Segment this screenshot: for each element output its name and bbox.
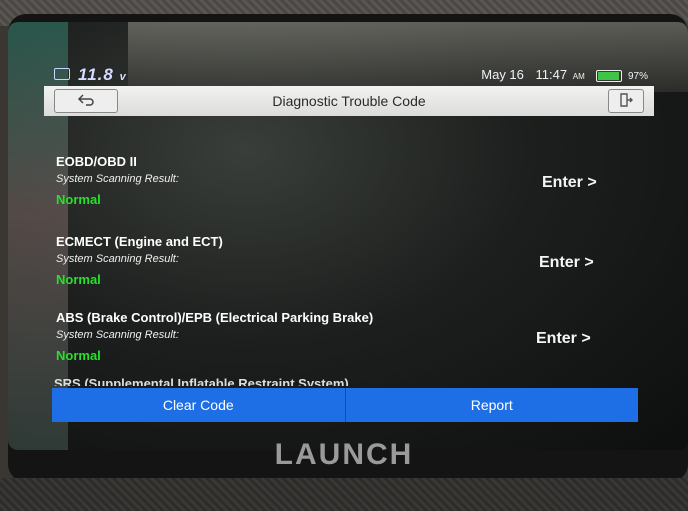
car-battery-icon <box>54 68 70 80</box>
voltage-unit: v <box>119 71 127 83</box>
status-date: May 16 <box>481 67 524 82</box>
system-item-srs-partial[interactable]: SRS (Supplemental Inflatable Restraint S… <box>54 376 349 386</box>
battery-level-icon <box>596 69 623 82</box>
system-status: Normal <box>56 192 101 207</box>
page-title: Diagnostic Trouble Code <box>272 93 426 109</box>
exit-icon <box>620 93 633 107</box>
system-item-eobd: EOBD/OBD II System Scanning Result: Norm… <box>44 154 654 230</box>
system-item-ecmect: ECMECT (Engine and ECT) System Scanning … <box>44 234 654 310</box>
enter-button[interactable]: Enter > <box>536 330 591 348</box>
system-subtitle: System Scanning Result: <box>56 329 179 341</box>
system-subtitle: System Scanning Result: <box>56 253 179 265</box>
system-status: Normal <box>56 348 101 363</box>
system-name: ECMECT (Engine and ECT) <box>56 234 223 249</box>
device-frame-bottom <box>0 478 688 511</box>
status-time: 11:47 <box>535 67 568 82</box>
status-right: May 16 11:47 AM 97% <box>473 67 648 82</box>
report-button[interactable]: Report <box>344 388 639 422</box>
system-subtitle: System Scanning Result: <box>56 173 179 185</box>
enter-button[interactable]: Enter > <box>539 254 594 272</box>
action-bar: Clear Code Report <box>52 388 638 422</box>
voltage-value: 11.8 <box>78 65 114 84</box>
brand-logo: LAUNCH <box>274 438 414 471</box>
clear-code-button[interactable]: Clear Code <box>52 388 345 422</box>
system-name: ABS (Brake Control)/EPB (Electrical Park… <box>56 310 374 325</box>
system-item-abs: ABS (Brake Control)/EPB (Electrical Park… <box>44 310 654 386</box>
system-list: EOBD/OBD II System Scanning Result: Norm… <box>44 118 654 386</box>
system-status: Normal <box>56 272 101 287</box>
battery-percent: 97% <box>627 71 648 82</box>
title-bar: Diagnostic Trouble Code <box>44 86 654 116</box>
system-name: EOBD/OBD II <box>56 154 137 169</box>
status-bar: 11.8 v May 16 11:47 AM 97% <box>44 64 648 86</box>
status-ampm: AM <box>572 72 585 81</box>
voltage-readout: 11.8 v <box>78 65 127 85</box>
enter-button[interactable]: Enter > <box>542 174 597 192</box>
exit-button[interactable] <box>608 89 644 113</box>
